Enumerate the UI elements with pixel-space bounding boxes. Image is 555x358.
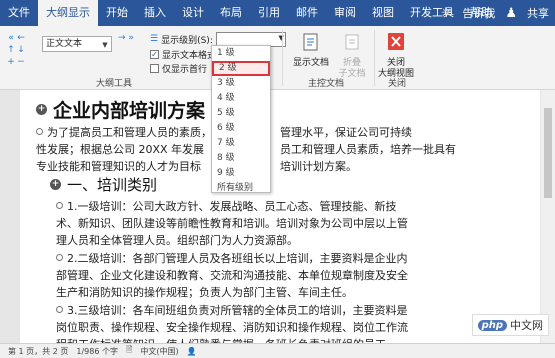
- ribbon: «← ↑↓ +− 正文文本 ▼ → » ☰ 显示级别(S): ▼ ✓ 显示文本格…: [0, 26, 555, 90]
- tab-layout[interactable]: 布局: [212, 0, 250, 26]
- promote-demote-buttons[interactable]: «← ↑ ↓ + −: [6, 32, 40, 74]
- intro-paragraph-left: 为了提高员工和管理人员的素质， 性发展；根据总公司 20XX 年发展 专业技能和…: [36, 126, 212, 173]
- word-count[interactable]: 1/986 个字: [76, 346, 118, 357]
- show-text-format-row[interactable]: ✓ 显示文本格式: [150, 48, 216, 61]
- chevron-down-icon: ▼: [102, 41, 108, 49]
- promote-to-heading1-icon: «: [8, 33, 14, 43]
- level-option[interactable]: 8 级: [212, 151, 270, 166]
- list-item: 2.二级培训：各部门管理人员及各班组长以上培训，主要资料是企业内部管理、企业文化…: [56, 252, 408, 299]
- body-bullet-icon: [56, 202, 63, 209]
- language[interactable]: 中文(中国): [140, 346, 178, 357]
- tab-mailings[interactable]: 邮件: [288, 0, 326, 26]
- scrollbar-thumb[interactable]: [544, 108, 552, 198]
- show-document-button[interactable]: 显示文档: [290, 32, 332, 69]
- document-icon: [303, 33, 318, 51]
- document-title: + 企业内部培训方案: [36, 100, 206, 122]
- demote-buttons[interactable]: → »: [118, 32, 134, 44]
- lightbulb-icon: ☼: [440, 5, 453, 21]
- body-bullet-icon: [56, 306, 63, 313]
- show-first-line-checkbox[interactable]: [150, 64, 159, 73]
- tab-home[interactable]: 开始: [98, 0, 136, 26]
- tab-view[interactable]: 视图: [364, 0, 402, 26]
- outline-level-select[interactable]: 正文文本 ▼: [42, 36, 112, 52]
- demote-icon: →: [118, 33, 126, 43]
- tab-references[interactable]: 引用: [250, 0, 288, 26]
- page-count[interactable]: 第 1 页，共 2 页: [8, 346, 68, 357]
- show-text-format-checkbox[interactable]: ✓: [150, 50, 159, 59]
- show-level-icon: ☰: [150, 34, 159, 44]
- share-button[interactable]: 共享: [527, 5, 549, 21]
- show-first-line-row[interactable]: 仅显示首行: [150, 62, 207, 75]
- section-heading: + 一、培训类别: [50, 176, 158, 194]
- tab-outline[interactable]: 大纲显示: [38, 0, 98, 26]
- move-down-icon: ↓: [17, 45, 25, 55]
- list-item: 3.三级培训：各车间班组负责对所管辖的全体员工的培训，主要资料是岗位职责、操作规…: [56, 304, 408, 343]
- person-icon: ♟: [505, 5, 517, 21]
- vertical-scrollbar[interactable]: [541, 90, 555, 343]
- watermark-logo: php 中文网: [471, 314, 549, 336]
- collapse-subdocs-button[interactable]: 折叠 子文档: [332, 32, 372, 80]
- close-outline-button[interactable]: 关闭 大纲视图: [376, 32, 416, 80]
- show-level-dropdown: 1 级 2 级 3 级 4 级 5 级 6 级 7 级 8 级 9 级 所有级别: [211, 45, 271, 193]
- expand-bullet-icon[interactable]: +: [36, 104, 47, 115]
- group-outline-tools-label: 大纲工具: [96, 79, 133, 89]
- ribbon-tab-bar: 文件 大纲显示 开始 插入 设计 布局 引用 邮件 审阅 视图 开发工具 帮助 …: [0, 0, 555, 26]
- doc-check-icon[interactable]: 🗎: [126, 344, 132, 358]
- level-option[interactable]: 1 级: [212, 46, 270, 61]
- level-option[interactable]: 6 级: [212, 121, 270, 136]
- level-option[interactable]: 3 级: [212, 76, 270, 91]
- expand-bullet-icon[interactable]: +: [50, 179, 61, 190]
- body-bullet-icon: [36, 128, 43, 135]
- level-option[interactable]: 7 级: [212, 136, 270, 151]
- level-option[interactable]: 9 级: [212, 166, 270, 181]
- promote-icon: ←: [17, 33, 25, 43]
- tab-file[interactable]: 文件: [0, 0, 38, 26]
- status-bar: 第 1 页，共 2 页 1/986 个字 🗎 中文(中国) 👤: [0, 343, 555, 358]
- body-bullet-icon: [56, 254, 63, 261]
- document-page[interactable]: + 企业内部培训方案 为了提高员工和管理人员的素质， 性发展；根据总公司 20X…: [20, 90, 540, 343]
- group-close-label: 关闭: [388, 79, 407, 89]
- level-option[interactable]: 4 级: [212, 91, 270, 106]
- tab-insert[interactable]: 插入: [136, 0, 174, 26]
- tell-me-box[interactable]: 告诉我: [462, 5, 495, 21]
- accessibility-icon[interactable]: 👤: [187, 347, 197, 356]
- divider: [374, 30, 375, 86]
- tab-review[interactable]: 审阅: [326, 0, 364, 26]
- document-area: + 企业内部培训方案 为了提高员工和管理人员的素质， 性发展；根据总公司 20X…: [0, 90, 555, 343]
- intro-paragraph-right: 管理水平，保证公司可持续 员工和管理人员素质，培养一批具有 培训计划方案。: [280, 126, 456, 173]
- tab-design[interactable]: 设计: [174, 0, 212, 26]
- collapse-doc-icon: [345, 34, 359, 50]
- demote-to-body-icon: »: [128, 33, 134, 43]
- move-up-icon: ↑: [7, 45, 15, 55]
- level-option-selected[interactable]: 2 级: [212, 61, 270, 76]
- group-master-label: 主控文档: [308, 79, 345, 89]
- collapse-icon: −: [17, 57, 25, 67]
- level-option-all[interactable]: 所有级别: [212, 181, 270, 196]
- show-level-label: 显示级别(S):: [161, 35, 213, 46]
- list-item: 1.一级培训：公司大政方针、发展战略、员工心态、管理技能、新技术、新知识、团队建…: [56, 200, 408, 247]
- close-icon: [388, 33, 404, 50]
- level-option[interactable]: 5 级: [212, 106, 270, 121]
- expand-icon: +: [7, 57, 15, 67]
- divider: [282, 30, 283, 86]
